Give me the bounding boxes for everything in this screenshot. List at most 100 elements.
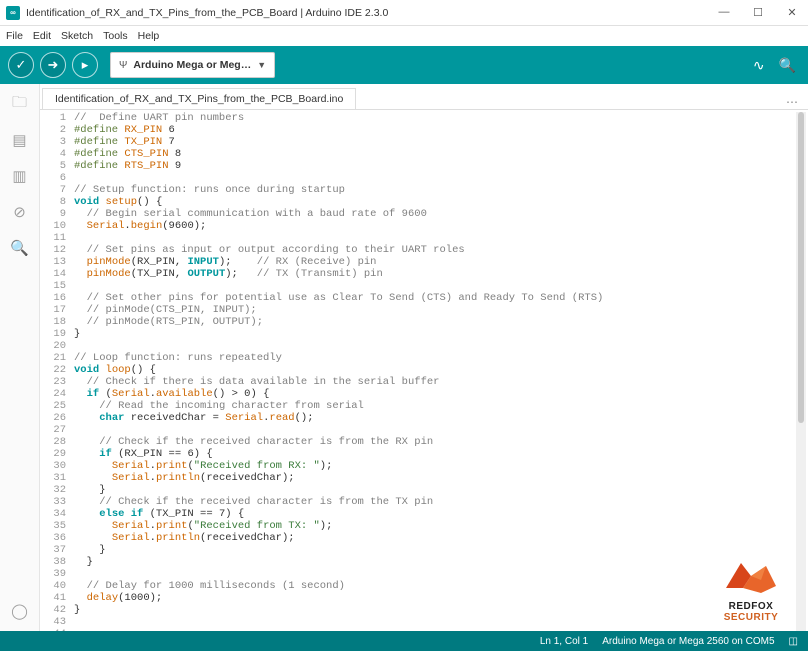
code-content[interactable] [74, 340, 80, 352]
code-content[interactable]: void setup() { [74, 196, 162, 208]
menu-edit[interactable]: Edit [33, 30, 51, 42]
file-tab[interactable]: Identification_of_RX_and_TX_Pins_from_th… [42, 88, 356, 109]
code-content[interactable]: // Delay for 1000 milliseconds (1 second… [74, 580, 345, 592]
code-line[interactable]: 14 pinMode(TX_PIN, OUTPUT); // TX (Trans… [40, 268, 808, 280]
code-content[interactable]: } [74, 328, 80, 340]
status-board[interactable]: Arduino Mega or Mega 2560 on COM5 [602, 636, 774, 647]
code-line[interactable]: 15 [40, 280, 808, 292]
code-line[interactable]: 27 [40, 424, 808, 436]
code-line[interactable]: 10 Serial.begin(9600); [40, 220, 808, 232]
board-selector[interactable]: Ψ Arduino Mega or Meg… ▼ [110, 52, 275, 78]
code-content[interactable]: // Loop function: runs repeatedly [74, 352, 282, 364]
code-content[interactable]: Serial.print("Received from RX: "); [74, 460, 332, 472]
code-line[interactable]: 25 // Read the incoming character from s… [40, 400, 808, 412]
maximize-button[interactable]: ☐ [748, 6, 768, 19]
tab-menu-icon[interactable]: ⋯ [786, 95, 798, 109]
code-content[interactable]: // Setup function: runs once during star… [74, 184, 345, 196]
code-line[interactable]: 21// Loop function: runs repeatedly [40, 352, 808, 364]
code-line[interactable]: 3#define TX_PIN 7 [40, 136, 808, 148]
code-line[interactable]: 8void setup() { [40, 196, 808, 208]
code-content[interactable]: else if (TX_PIN == 7) { [74, 508, 244, 520]
code-content[interactable]: // Set pins as input or output according… [74, 244, 465, 256]
code-line[interactable]: 34 else if (TX_PIN == 7) { [40, 508, 808, 520]
code-line[interactable]: 38 } [40, 556, 808, 568]
code-content[interactable]: Serial.println(receivedChar); [74, 472, 295, 484]
menu-tools[interactable]: Tools [103, 30, 128, 42]
code-content[interactable]: #define CTS_PIN 8 [74, 148, 181, 160]
code-content[interactable]: // Set other pins for potential use as C… [74, 292, 603, 304]
code-content[interactable]: } [74, 484, 106, 496]
code-line[interactable]: 26 char receivedChar = Serial.read(); [40, 412, 808, 424]
code-content[interactable]: Serial.print("Received from TX: "); [74, 520, 332, 532]
code-content[interactable]: pinMode(RX_PIN, INPUT); // RX (Receive) … [74, 256, 377, 268]
search-sidebar-icon[interactable]: 🔍 [10, 238, 30, 258]
serial-plotter-icon[interactable]: ∿ [753, 57, 765, 74]
code-line[interactable]: 11 [40, 232, 808, 244]
code-line[interactable]: 39 [40, 568, 808, 580]
code-line[interactable]: 36 Serial.println(receivedChar); [40, 532, 808, 544]
code-content[interactable]: #define RX_PIN 6 [74, 124, 175, 136]
code-line[interactable]: 30 Serial.print("Received from RX: "); [40, 460, 808, 472]
menu-help[interactable]: Help [138, 30, 160, 42]
code-content[interactable]: // Check if the received character is fr… [74, 436, 433, 448]
code-line[interactable]: 13 pinMode(RX_PIN, INPUT); // RX (Receiv… [40, 256, 808, 268]
code-content[interactable]: Serial.begin(9600); [74, 220, 206, 232]
code-line[interactable]: 16 // Set other pins for potential use a… [40, 292, 808, 304]
notifications-icon[interactable]: ◫ [789, 636, 798, 647]
code-line[interactable]: 6 [40, 172, 808, 184]
code-content[interactable]: pinMode(TX_PIN, OUTPUT); // TX (Transmit… [74, 268, 383, 280]
debug-button[interactable]: ▸ [72, 52, 98, 78]
code-line[interactable]: 2#define RX_PIN 6 [40, 124, 808, 136]
code-line[interactable]: 43 [40, 616, 808, 628]
code-line[interactable]: 33 // Check if the received character is… [40, 496, 808, 508]
code-content[interactable]: #define RTS_PIN 9 [74, 160, 181, 172]
code-line[interactable]: 5#define RTS_PIN 9 [40, 160, 808, 172]
code-line[interactable]: 17 // pinMode(CTS_PIN, INPUT); [40, 304, 808, 316]
menu-file[interactable]: File [6, 30, 23, 42]
code-content[interactable]: } [74, 544, 106, 556]
code-line[interactable]: 18 // pinMode(RTS_PIN, OUTPUT); [40, 316, 808, 328]
code-line[interactable]: 7// Setup function: runs once during sta… [40, 184, 808, 196]
code-line[interactable]: 42} [40, 604, 808, 616]
code-line[interactable]: 41 delay(1000); [40, 592, 808, 604]
code-editor[interactable]: 1// Define UART pin numbers2#define RX_P… [40, 110, 808, 631]
sketchbook-icon[interactable]: 🗀 [10, 94, 30, 114]
code-content[interactable]: // Begin serial communication with a bau… [74, 208, 427, 220]
code-content[interactable]: Serial.println(receivedChar); [74, 532, 295, 544]
code-line[interactable]: 20 [40, 340, 808, 352]
code-content[interactable]: // pinMode(CTS_PIN, INPUT); [74, 304, 257, 316]
code-line[interactable]: 32 } [40, 484, 808, 496]
code-content[interactable]: char receivedChar = Serial.read(); [74, 412, 314, 424]
code-line[interactable]: 9 // Begin serial communication with a b… [40, 208, 808, 220]
code-content[interactable] [74, 568, 80, 580]
code-content[interactable]: delay(1000); [74, 592, 162, 604]
user-icon[interactable]: ◯ [10, 601, 30, 621]
code-content[interactable]: #define TX_PIN 7 [74, 136, 175, 148]
code-line[interactable]: 22void loop() { [40, 364, 808, 376]
code-line[interactable]: 19} [40, 328, 808, 340]
code-content[interactable]: // Define UART pin numbers [74, 112, 244, 124]
code-content[interactable]: } [74, 604, 80, 616]
code-content[interactable]: void loop() { [74, 364, 156, 376]
serial-monitor-icon[interactable]: 🔍 [779, 57, 796, 74]
code-content[interactable]: // Read the incoming character from seri… [74, 400, 364, 412]
minimize-button[interactable]: — [714, 6, 734, 19]
code-line[interactable]: 12 // Set pins as input or output accord… [40, 244, 808, 256]
code-content[interactable] [74, 280, 80, 292]
scrollbar[interactable] [796, 112, 806, 631]
code-line[interactable]: 23 // Check if there is data available i… [40, 376, 808, 388]
code-content[interactable]: // Check if there is data available in t… [74, 376, 439, 388]
debug-sidebar-icon[interactable]: ⊘ [10, 202, 30, 222]
code-line[interactable]: 31 Serial.println(receivedChar); [40, 472, 808, 484]
code-line[interactable]: 28 // Check if the received character is… [40, 436, 808, 448]
code-content[interactable]: // pinMode(RTS_PIN, OUTPUT); [74, 316, 263, 328]
code-content[interactable]: if (RX_PIN == 6) { [74, 448, 213, 460]
code-line[interactable]: 29 if (RX_PIN == 6) { [40, 448, 808, 460]
library-manager-icon[interactable]: ▥ [10, 166, 30, 186]
code-line[interactable]: 35 Serial.print("Received from TX: "); [40, 520, 808, 532]
verify-button[interactable]: ✓ [8, 52, 34, 78]
code-line[interactable]: 44 [40, 628, 808, 631]
close-button[interactable]: ✕ [782, 6, 802, 19]
menu-sketch[interactable]: Sketch [61, 30, 93, 42]
code-line[interactable]: 4#define CTS_PIN 8 [40, 148, 808, 160]
